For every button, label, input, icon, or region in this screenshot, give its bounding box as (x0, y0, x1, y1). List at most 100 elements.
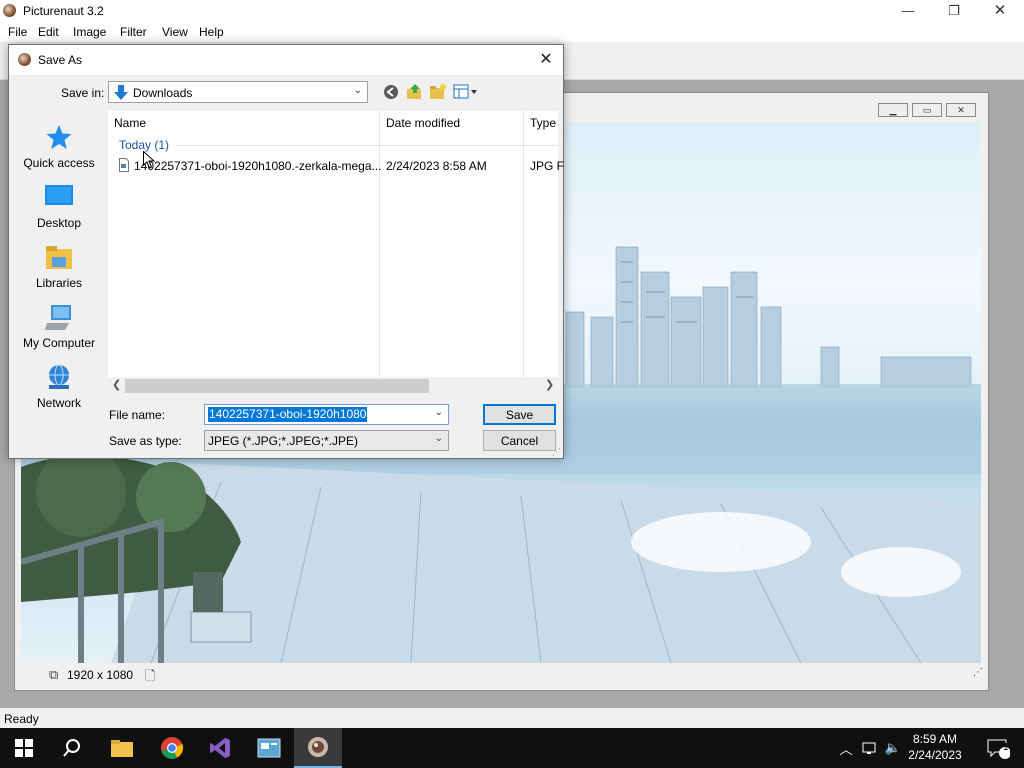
document-icon: 🗋 (145, 668, 156, 683)
scroll-right-icon[interactable]: ❯ (545, 378, 554, 391)
mouse-cursor-icon (143, 151, 155, 169)
visual-studio-button[interactable] (196, 728, 244, 768)
file-list[interactable]: Name Date modified Type Today (1) 140225… (108, 111, 564, 395)
places-bar: Quick access Desktop Libraries My Comput… (13, 111, 105, 411)
libraries-folder-icon (46, 246, 72, 269)
save-as-dialog: Save As ✕ Save in: Downloads ⌄ Quick acc… (8, 44, 564, 459)
picturenaut-logo-icon (3, 4, 16, 17)
chrome-icon (161, 737, 184, 759)
desktop-icon (45, 185, 73, 205)
action-center-button[interactable]: 1 (978, 728, 1018, 768)
scrollbar-thumb[interactable] (125, 379, 429, 393)
clock[interactable]: 8:59 AM 2/24/2023 (900, 731, 970, 763)
visual-studio-icon (210, 738, 230, 758)
save-in-dropdown[interactable]: Downloads ⌄ (108, 81, 368, 103)
image-dimensions: 1920 x 1080 (67, 668, 134, 682)
chevron-down-icon[interactable]: ⌄ (435, 407, 443, 418)
column-divider (523, 111, 524, 377)
back-icon[interactable] (383, 84, 399, 100)
save-in-label: Save in: (61, 86, 105, 100)
chevron-up-icon: ︿ (839, 741, 853, 757)
up-folder-icon[interactable] (406, 83, 424, 101)
place-label: My Computer (22, 336, 96, 350)
horizontal-scrollbar[interactable]: ❮ ❯ (108, 377, 558, 395)
file-type-cell: JPG F (530, 159, 565, 173)
chrome-button[interactable] (148, 728, 196, 768)
star-icon (46, 125, 72, 149)
new-folder-icon[interactable] (429, 83, 447, 101)
scroll-left-icon[interactable]: ❮ (112, 378, 121, 391)
file-name-input[interactable]: 1402257371-oboi-1920h1080 ⌄ (204, 404, 449, 425)
dialog-title: Save As (38, 53, 83, 67)
search-button[interactable] (48, 728, 96, 768)
column-header-date-modified[interactable]: Date modified (386, 116, 460, 130)
chevron-down-icon: ⌄ (353, 85, 362, 96)
place-label: Quick access (23, 156, 95, 170)
size-grip-icon[interactable]: ⋰ (973, 667, 983, 678)
save-as-type-label: Save as type: (109, 434, 182, 448)
folder-icon (111, 740, 133, 757)
app-status-bar: Ready (0, 708, 1024, 728)
menu-view[interactable]: View (162, 25, 188, 39)
column-header-name[interactable]: Name (114, 116, 146, 130)
restore-button[interactable]: ❐ (931, 0, 977, 22)
windows-logo-icon (15, 739, 33, 757)
close-button[interactable]: ✕ (977, 0, 1023, 22)
file-name-cell: 1402257371-oboi-1920h1080.-zerkala-mega.… (134, 159, 382, 173)
place-libraries[interactable]: Libraries (13, 237, 105, 297)
show-hidden-icons-button[interactable]: ︿ (834, 728, 858, 768)
place-quick-access[interactable]: Quick access (13, 117, 105, 177)
download-arrow-icon (114, 85, 128, 100)
search-icon (63, 739, 80, 757)
save-as-type-value: JPEG (*.JPG;*.JPEG;*.JPE) (208, 434, 359, 448)
dialog-size-grip-icon[interactable]: ⋰ (552, 447, 561, 458)
notification-count: 1 (1003, 742, 1009, 753)
control-panel-button[interactable] (245, 728, 293, 768)
place-desktop[interactable]: Desktop (13, 177, 105, 237)
taskbar: ︿ 🔈 8:59 AM 2/24/2023 1 (0, 728, 1024, 768)
image-window-minimize-button[interactable]: ▁ (878, 103, 908, 117)
image-window-close-button[interactable]: ✕ (946, 103, 976, 117)
image-window-maximize-button[interactable]: ▭ (912, 103, 942, 117)
menu-file[interactable]: File (8, 25, 27, 39)
place-label: Desktop (36, 216, 82, 230)
place-label: Libraries (35, 276, 83, 290)
image-file-icon (119, 158, 129, 172)
place-network[interactable]: Network (13, 357, 105, 417)
place-my-computer[interactable]: My Computer (13, 297, 105, 357)
view-grid-icon (453, 84, 477, 99)
network-icon (862, 742, 876, 754)
save-as-type-dropdown[interactable]: JPEG (*.JPG;*.JPEG;*.JPE) ⌄ (204, 430, 449, 451)
column-divider (379, 111, 380, 377)
image-status-bar: ⧉ 1920 x 1080 🗋 ⋰ (21, 663, 983, 687)
clock-time: 8:59 AM (912, 732, 958, 746)
menu-image[interactable]: Image (73, 25, 106, 39)
minimize-button[interactable]: — (885, 0, 931, 22)
group-header-today[interactable]: Today (1) (119, 138, 169, 152)
picturenaut-taskbar-button[interactable] (294, 728, 342, 768)
file-name-value: 1402257371-oboi-1920h1080 (208, 407, 368, 422)
cancel-button[interactable]: Cancel (483, 430, 556, 451)
menu-help[interactable]: Help (199, 25, 224, 39)
dialog-close-button[interactable]: ✕ (533, 48, 559, 72)
app-title: Picturenaut 3.2 (23, 4, 104, 18)
place-label: Network (36, 396, 81, 410)
save-in-value: Downloads (133, 86, 193, 100)
resize-icon: ⧉ (49, 667, 59, 682)
network-globe-icon (49, 364, 69, 389)
group-divider (174, 145, 558, 146)
start-button[interactable] (0, 728, 48, 768)
picturenaut-icon (308, 737, 328, 757)
file-date-cell: 2/24/2023 8:58 AM (386, 159, 487, 173)
save-button[interactable]: Save (483, 404, 556, 425)
menu-bar: File Edit Image Filter View Help (0, 22, 1024, 42)
file-explorer-button[interactable] (98, 728, 146, 768)
picturenaut-dialog-icon (18, 53, 31, 66)
app-titlebar: Picturenaut 3.2 — ❐ ✕ (0, 0, 1024, 22)
network-tray-button[interactable] (860, 728, 882, 768)
column-header-type[interactable]: Type (530, 116, 556, 130)
view-menu-button[interactable] (453, 83, 479, 101)
menu-edit[interactable]: Edit (38, 25, 59, 39)
menu-filter[interactable]: Filter (120, 25, 147, 39)
file-name-label: File name: (109, 408, 166, 422)
